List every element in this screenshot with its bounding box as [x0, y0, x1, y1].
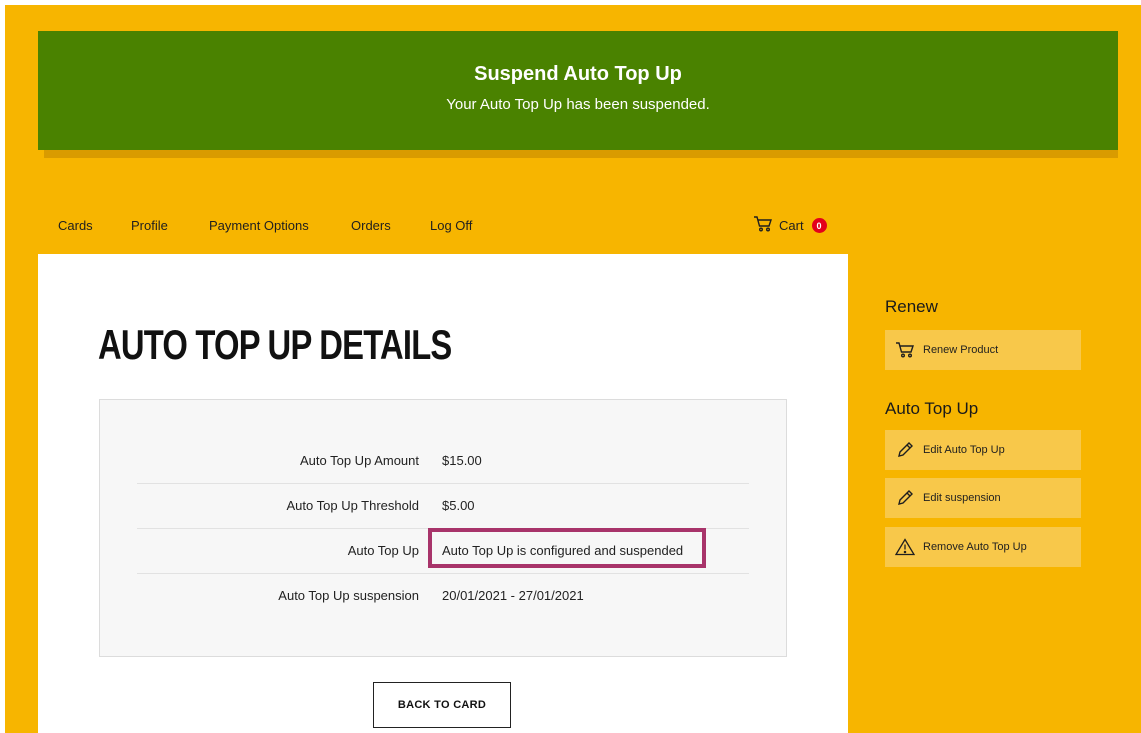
detail-value: $15.00 — [442, 453, 482, 468]
status-highlight-box — [428, 528, 706, 568]
cart-icon — [753, 216, 773, 235]
detail-value: 20/01/2021 - 27/01/2021 — [442, 588, 584, 603]
nav-payment-options[interactable]: Payment Options — [209, 218, 309, 233]
detail-row-amount: Auto Top Up Amount $15.00 — [137, 438, 749, 484]
nav-orders[interactable]: Orders — [351, 218, 391, 233]
nav-profile[interactable]: Profile — [131, 218, 168, 233]
main-nav: Cards Profile Payment Options Orders Log… — [0, 216, 848, 238]
success-banner: Suspend Auto Top Up Your Auto Top Up has… — [38, 31, 1118, 150]
detail-label: Auto Top Up Threshold — [286, 498, 420, 513]
cart-count-badge: 0 — [811, 218, 827, 233]
auto-top-up-heading: Auto Top Up — [885, 399, 979, 418]
back-to-card-button[interactable]: BACK TO CARD — [373, 682, 511, 728]
detail-value: $5.00 — [442, 498, 475, 513]
pencil-icon — [895, 441, 915, 459]
renew-product-button[interactable]: Renew Product — [885, 330, 1081, 370]
edit-suspension-label: Edit suspension — [923, 492, 1001, 504]
renew-product-label: Renew Product — [923, 344, 999, 356]
page-title: AUTO TOP UP DETAILS — [98, 321, 452, 368]
pencil-icon — [895, 489, 915, 507]
edit-auto-top-up-label: Edit Auto Top Up — [923, 444, 1005, 456]
edit-auto-top-up-button[interactable]: Edit Auto Top Up — [885, 430, 1081, 470]
detail-label: Auto Top Up suspension — [278, 588, 419, 603]
banner-title: Suspend Auto Top Up — [474, 63, 682, 85]
detail-label: Auto Top Up — [347, 543, 419, 558]
banner-message: Your Auto Top Up has been suspended. — [446, 96, 710, 113]
remove-auto-top-up-button[interactable]: Remove Auto Top Up — [885, 527, 1081, 567]
banner-shadow — [44, 150, 1118, 158]
remove-auto-top-up-label: Remove Auto Top Up — [923, 541, 1027, 553]
details-panel: Auto Top Up Amount $15.00 Auto Top Up Th… — [99, 399, 787, 657]
edit-suspension-button[interactable]: Edit suspension — [885, 478, 1081, 518]
detail-label: Auto Top Up Amount — [299, 453, 419, 468]
cart-icon — [895, 341, 915, 359]
nav-log-off[interactable]: Log Off — [430, 218, 472, 233]
detail-row-threshold: Auto Top Up Threshold $5.00 — [137, 483, 749, 529]
nav-cards[interactable]: Cards — [58, 218, 93, 233]
cart-link[interactable]: Cart 0 — [753, 216, 827, 235]
cart-label: Cart — [779, 218, 804, 233]
warning-icon — [895, 538, 915, 556]
renew-heading: Renew — [885, 297, 938, 316]
detail-row-suspension: Auto Top Up suspension 20/01/2021 - 27/0… — [137, 573, 749, 618]
main-content: AUTO TOP UP DETAILS Auto Top Up Amount $… — [38, 254, 848, 733]
